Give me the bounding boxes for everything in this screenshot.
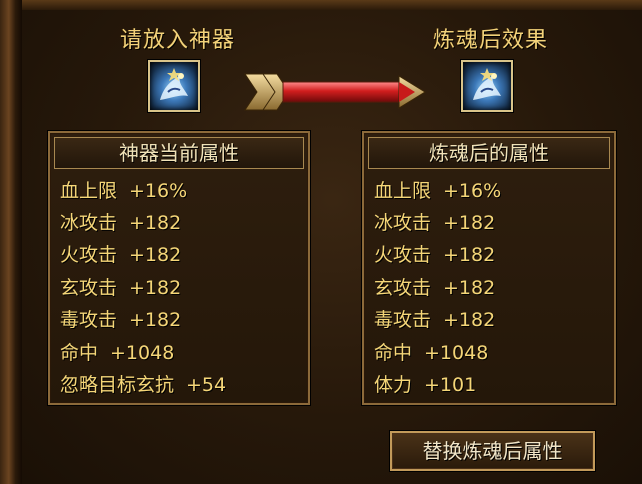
result-attributes-panel: 炼魂后的属性 血上限 +16% 冰攻击 +182 火攻击 +182 玄攻击 +182 毒…: [362, 131, 616, 405]
stat-value: +182: [443, 309, 496, 331]
artifact-creature-icon: [160, 68, 188, 100]
stat-value: +182: [129, 309, 182, 331]
stat-name: 血上限: [374, 180, 432, 202]
stat-name: 命中: [374, 342, 413, 364]
current-attributes-header: 神器当前属性: [54, 137, 304, 169]
result-attributes-header: 炼魂后的属性: [368, 137, 610, 169]
stat-value: +182: [443, 212, 496, 234]
result-attr-row: 玄攻击 +182: [374, 274, 495, 302]
stat-name: 火攻击: [374, 244, 432, 266]
result-slot-title: 炼魂后效果: [433, 28, 549, 53]
stat-name: 忽略目标玄抗: [60, 374, 175, 396]
current-attr-row: 忽略目标玄抗 +54: [60, 371, 226, 399]
current-attr-row: 火攻击 +182: [60, 241, 181, 269]
result-attr-row: 体力 +101: [374, 371, 476, 399]
result-attr-row: 火攻击 +182: [374, 241, 495, 269]
result-attr-row: 冰攻击 +182: [374, 209, 495, 237]
stat-value: +1048: [110, 342, 175, 364]
stat-name: 火攻击: [60, 244, 118, 266]
source-slot-title: 请放入神器: [120, 28, 236, 53]
result-artifact-slot[interactable]: [461, 60, 513, 112]
stat-value: +182: [129, 244, 182, 266]
stat-name: 血上限: [60, 180, 118, 202]
window-frame-left: [0, 0, 24, 484]
stat-value: +182: [129, 277, 182, 299]
stat-value: +182: [443, 244, 496, 266]
stat-value: +182: [443, 277, 496, 299]
stat-name: 命中: [60, 342, 99, 364]
replace-attributes-button[interactable]: 替换炼魂后属性: [390, 431, 595, 471]
stat-value: +54: [186, 374, 227, 396]
result-attr-row: 毒攻击 +182: [374, 306, 495, 334]
stat-name: 冰攻击: [60, 212, 118, 234]
artifact-creature-icon: [473, 68, 501, 100]
source-artifact-slot[interactable]: [148, 60, 200, 112]
current-attributes-panel: 神器当前属性 血上限 +16% 冰攻击 +182 火攻击 +182 玄攻击 +182 毒…: [48, 131, 310, 405]
current-attr-row: 血上限 +16%: [60, 177, 187, 205]
stat-value: +182: [129, 212, 182, 234]
current-attr-row: 玄攻击 +182: [60, 274, 181, 302]
red-arrow-icon: [244, 73, 426, 111]
current-attr-row: 冰攻击 +182: [60, 209, 181, 237]
stat-name: 玄攻击: [60, 277, 118, 299]
stat-value: +1048: [424, 342, 489, 364]
stat-name: 毒攻击: [374, 309, 432, 331]
result-attr-row: 命中 +1048: [374, 339, 488, 367]
stat-name: 冰攻击: [374, 212, 432, 234]
stat-value: +16%: [129, 180, 188, 202]
current-attr-row: 毒攻击 +182: [60, 306, 181, 334]
stat-name: 体力: [374, 374, 413, 396]
stat-name: 毒攻击: [60, 309, 118, 331]
stat-value: +16%: [443, 180, 502, 202]
stat-value: +101: [424, 374, 477, 396]
result-attr-row: 血上限 +16%: [374, 177, 501, 205]
current-attr-row: 命中 +1048: [60, 339, 174, 367]
stat-name: 玄攻击: [374, 277, 432, 299]
